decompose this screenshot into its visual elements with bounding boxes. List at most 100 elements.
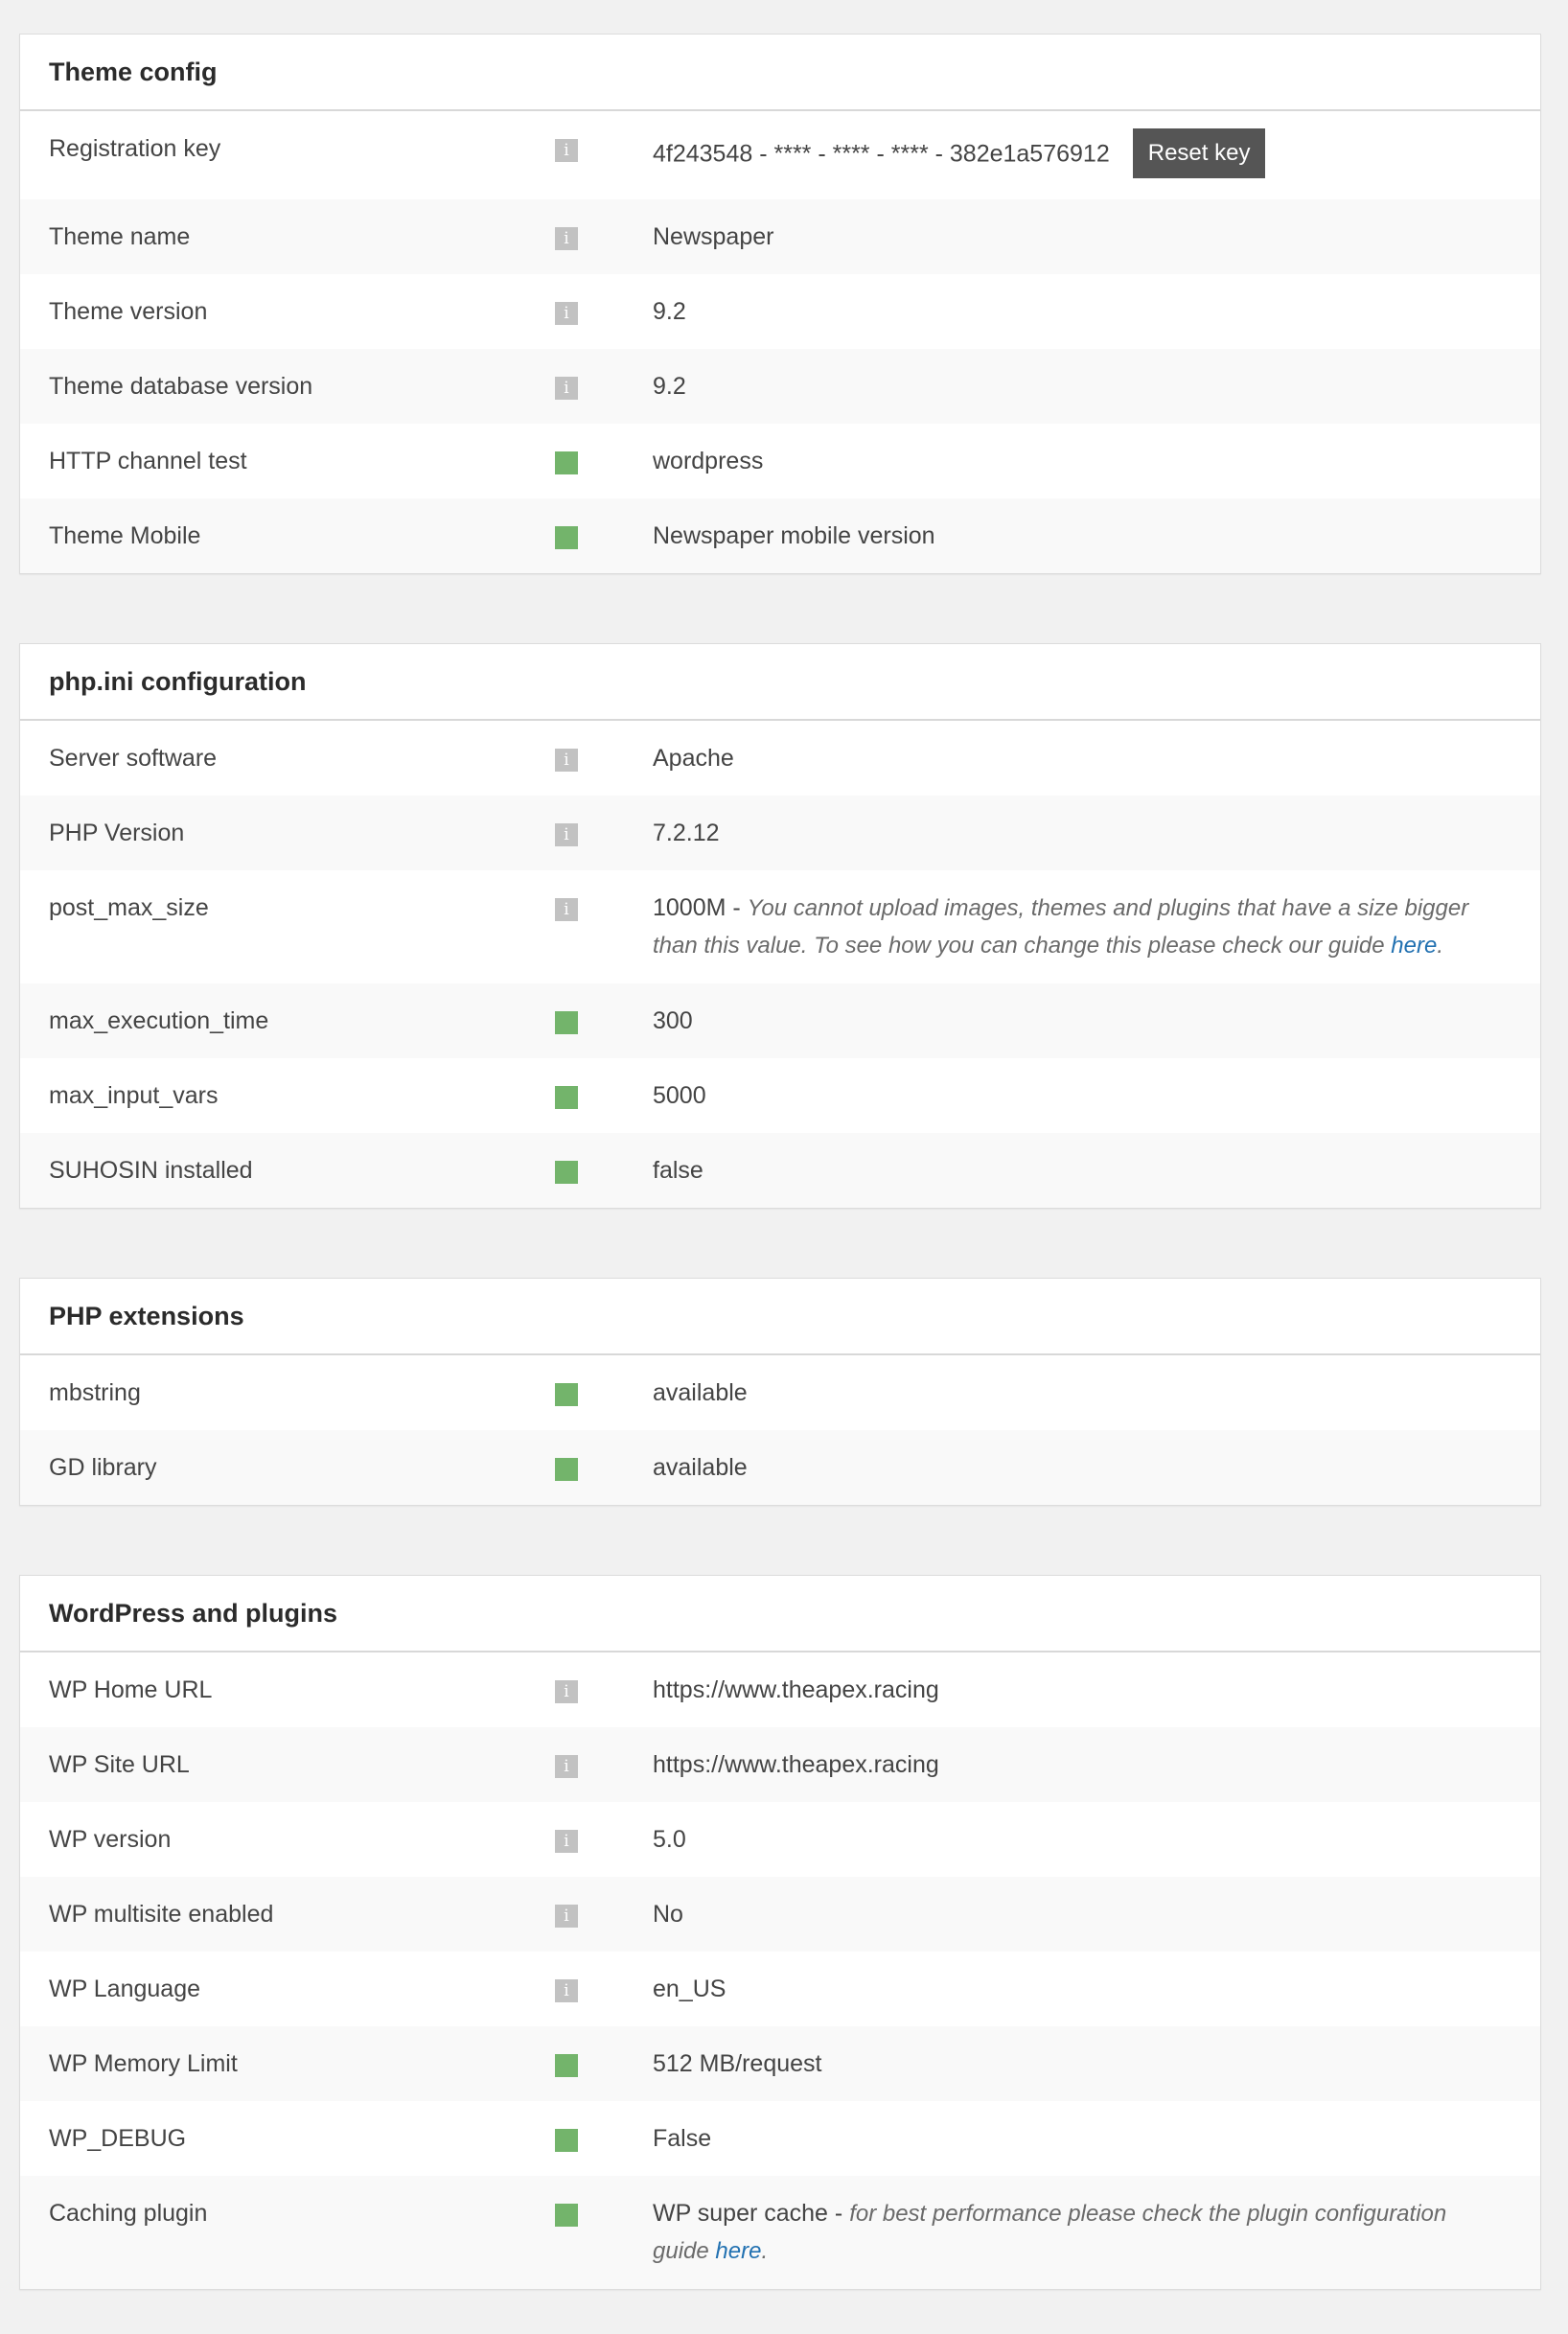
ok-status-icon: [555, 2129, 578, 2152]
status-row: Server software i Apache: [20, 721, 1540, 796]
status-row: GD library available: [20, 1430, 1540, 1505]
ok-status-icon: [555, 1011, 578, 1034]
row-status: i: [555, 1824, 653, 1853]
status-row: max_input_vars 5000: [20, 1058, 1540, 1133]
value-text: 5000: [653, 1082, 706, 1109]
info-icon[interactable]: i: [555, 898, 578, 921]
panel-body: Registration key i 4f243548 - **** - ***…: [20, 111, 1540, 573]
row-status: i: [555, 1974, 653, 2002]
value-text: false: [653, 1157, 703, 1184]
note-text: You cannot upload images, themes and plu…: [653, 895, 1469, 959]
status-row: Registration key i 4f243548 - **** - ***…: [20, 111, 1540, 199]
info-icon[interactable]: i: [555, 139, 578, 162]
row-value: 4f243548 - **** - **** - **** - 382e1a57…: [653, 128, 1540, 180]
status-panel: WordPress and plugins WP Home URL i http…: [19, 1575, 1541, 2290]
row-label: SUHOSIN installed: [49, 1157, 253, 1184]
row-label: Theme database version: [49, 373, 313, 400]
row-status: [555, 1080, 653, 1109]
row-label: max_input_vars: [49, 1082, 219, 1109]
guide-link[interactable]: here: [1391, 933, 1437, 959]
info-icon[interactable]: i: [555, 749, 578, 772]
info-icon[interactable]: i: [555, 1905, 578, 1928]
value-text: 4f243548 - **** - **** - **** - 382e1a57…: [653, 140, 1110, 168]
ok-status-icon: [555, 1086, 578, 1109]
value-separator: -: [827, 2200, 850, 2227]
value-text: 512 MB/request: [653, 2050, 822, 2077]
status-panel: Theme config Registration key i 4f243548…: [19, 34, 1541, 574]
system-status-page: Theme config Registration key i 4f243548…: [0, 0, 1568, 2290]
panel-title: php.ini configuration: [20, 644, 1540, 721]
row-value: Apache: [653, 740, 1540, 776]
info-icon[interactable]: i: [555, 302, 578, 325]
row-status: i: [555, 818, 653, 846]
reset-key-button[interactable]: Reset key: [1132, 128, 1266, 178]
row-label: mbstring: [49, 1379, 141, 1406]
info-icon[interactable]: i: [555, 227, 578, 250]
row-value: available: [653, 1449, 1540, 1486]
row-status: i: [555, 1675, 653, 1703]
row-status: i: [555, 221, 653, 250]
status-panel: PHP extensions mbstring available GD lib…: [19, 1278, 1541, 1506]
row-value: No: [653, 1896, 1540, 1932]
value-text: 300: [653, 1007, 693, 1034]
row-value: https://www.theapex.racing: [653, 1746, 1540, 1783]
row-status: [555, 520, 653, 549]
value-text: 1000M: [653, 894, 726, 921]
status-row: WP Memory Limit 512 MB/request: [20, 2026, 1540, 2101]
row-label: max_execution_time: [49, 1007, 269, 1034]
info-icon[interactable]: i: [555, 1830, 578, 1853]
row-label: Caching plugin: [49, 2200, 208, 2227]
status-row: WP version i 5.0: [20, 1802, 1540, 1877]
value-text: available: [653, 1454, 748, 1481]
row-label: Theme name: [49, 223, 191, 250]
row-status: i: [555, 296, 653, 325]
row-value: 9.2: [653, 368, 1540, 404]
value-text: 9.2: [653, 373, 686, 400]
value-text: 7.2.12: [653, 820, 720, 846]
info-icon[interactable]: i: [555, 1755, 578, 1778]
status-row: SUHOSIN installed false: [20, 1133, 1540, 1208]
row-value: available: [653, 1375, 1540, 1411]
ok-status-icon: [555, 526, 578, 549]
status-row: HTTP channel test wordpress: [20, 424, 1540, 498]
row-status: [555, 1155, 653, 1184]
info-icon[interactable]: i: [555, 823, 578, 846]
row-status: i: [555, 892, 653, 921]
note-period: .: [1437, 933, 1444, 959]
status-row: mbstring available: [20, 1355, 1540, 1430]
ok-status-icon: [555, 1161, 578, 1184]
info-icon[interactable]: i: [555, 1979, 578, 2002]
value-text: WP super cache: [653, 2200, 828, 2227]
ok-status-icon: [555, 1458, 578, 1481]
row-label: Theme Mobile: [49, 522, 201, 549]
row-value: 5.0: [653, 1821, 1540, 1858]
panel-body: Server software i Apache PHP Version i 7…: [20, 721, 1540, 1208]
row-value: 5000: [653, 1077, 1540, 1114]
row-label: post_max_size: [49, 894, 209, 921]
value-text: 5.0: [653, 1826, 686, 1853]
info-icon[interactable]: i: [555, 377, 578, 400]
info-icon[interactable]: i: [555, 1680, 578, 1703]
row-status: [555, 2048, 653, 2077]
row-value: wordpress: [653, 443, 1540, 479]
row-label: WP_DEBUG: [49, 2125, 187, 2152]
guide-link[interactable]: here: [715, 2238, 761, 2264]
row-label: Registration key: [49, 135, 221, 162]
value-text: Newspaper mobile version: [653, 522, 935, 549]
row-value: 1000M - You cannot upload images, themes…: [653, 890, 1540, 964]
status-row: Theme version i 9.2: [20, 274, 1540, 349]
row-status: [555, 446, 653, 474]
row-label: PHP Version: [49, 820, 185, 846]
value-text: available: [653, 1379, 748, 1406]
row-value: 300: [653, 1003, 1540, 1039]
row-label: WP version: [49, 1826, 172, 1853]
status-row: PHP Version i 7.2.12: [20, 796, 1540, 870]
row-status: i: [555, 1899, 653, 1928]
row-value: 9.2: [653, 293, 1540, 330]
row-status: i: [555, 1749, 653, 1778]
row-label: WP Site URL: [49, 1751, 190, 1778]
ok-status-icon: [555, 2204, 578, 2227]
panel-title: WordPress and plugins: [20, 1576, 1540, 1652]
row-label: Server software: [49, 745, 218, 772]
row-status: [555, 1377, 653, 1406]
